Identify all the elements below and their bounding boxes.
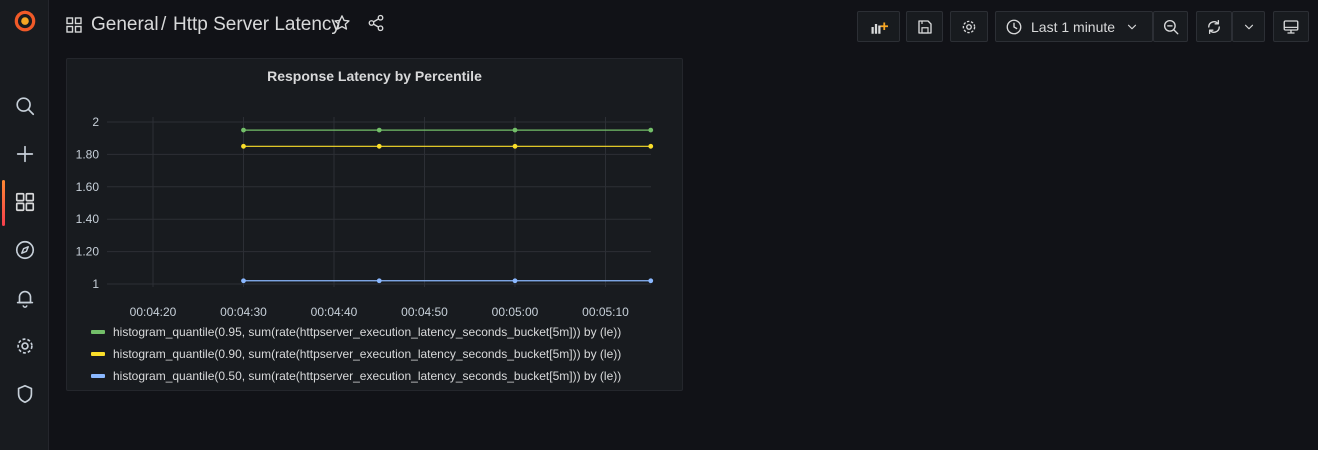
data-point xyxy=(241,127,246,133)
breadcrumb-folder[interactable]: General xyxy=(91,14,159,36)
legend-item[interactable]: histogram_quantile(0.50, sum(rate(httpse… xyxy=(91,365,621,387)
grafana-logo-icon[interactable] xyxy=(0,0,49,40)
add-panel-button[interactable] xyxy=(857,11,900,42)
refresh-button[interactable] xyxy=(1196,11,1232,42)
dashboards-icon[interactable] xyxy=(0,182,49,222)
explore-compass-icon[interactable] xyxy=(0,230,49,270)
graph-panel[interactable]: Response Latency by Percentile 1 1.20 1.40… xyxy=(66,58,683,391)
dashboard-title[interactable]: Http Server Latency xyxy=(173,14,341,36)
y-tick-label: 1.80 xyxy=(76,147,100,161)
refresh-icon xyxy=(1208,19,1220,34)
line-chart: 1 1.20 1.40 1.60 1.80 2 00:04:20 00:04:30 00:04:… xyxy=(76,115,654,319)
x-tick-label: 00:05:00 xyxy=(492,305,539,319)
zoom-out-icon xyxy=(1163,19,1178,34)
x-tick-label: 00:04:50 xyxy=(401,305,448,319)
legend-label: histogram_quantile(0.90, sum(rate(httpse… xyxy=(113,347,622,361)
data-point xyxy=(241,143,246,149)
dashboard-grid-icon xyxy=(66,17,82,33)
y-tick-label: 2 xyxy=(92,115,99,129)
y-tick-label: 1.40 xyxy=(76,212,100,226)
data-point xyxy=(241,278,246,284)
save-dashboard-button[interactable] xyxy=(906,11,943,42)
top-navbar: General / Http Server Latency Last 1 min… xyxy=(49,0,1318,52)
star-icon[interactable] xyxy=(333,14,351,32)
x-tick-label: 00:04:40 xyxy=(311,305,358,319)
server-admin-shield-icon[interactable] xyxy=(0,374,49,414)
monitor-icon xyxy=(1283,19,1299,34)
data-point xyxy=(376,278,382,284)
create-plus-icon[interactable] xyxy=(0,134,49,174)
chart-legend: histogram_quantile(0.95, sum(rate(httpse… xyxy=(91,321,621,387)
legend-swatch xyxy=(91,352,105,356)
data-point xyxy=(512,278,518,284)
share-icon[interactable] xyxy=(367,14,385,32)
legend-label: histogram_quantile(0.50, sum(rate(httpse… xyxy=(113,369,622,383)
breadcrumb-separator: / xyxy=(161,14,167,35)
dashboard-settings-button[interactable] xyxy=(950,11,988,42)
clock-icon xyxy=(1006,19,1022,34)
legend-item[interactable]: histogram_quantile(0.95, sum(rate(httpse… xyxy=(91,321,621,343)
alerting-bell-icon[interactable] xyxy=(0,278,49,318)
legend-item[interactable]: histogram_quantile(0.90, sum(rate(httpse… xyxy=(91,343,621,365)
refresh-interval-dropdown[interactable] xyxy=(1232,11,1265,42)
data-point xyxy=(648,127,654,133)
sidebar xyxy=(0,0,49,450)
add-panel-icon xyxy=(871,22,888,34)
data-point xyxy=(512,143,518,149)
x-tick-label: 00:05:10 xyxy=(582,305,629,319)
y-tick-label: 1.20 xyxy=(76,245,100,259)
gear-icon xyxy=(962,20,976,33)
data-point xyxy=(648,278,654,284)
data-point xyxy=(376,127,382,133)
time-range-label: Last 1 minute xyxy=(1031,18,1116,35)
zoom-out-button[interactable] xyxy=(1153,11,1188,42)
x-tick-label: 00:04:30 xyxy=(220,305,267,319)
save-icon xyxy=(917,19,932,34)
legend-swatch xyxy=(91,374,105,378)
settings-gear-icon[interactable] xyxy=(0,326,49,366)
time-range-picker[interactable]: Last 1 minute xyxy=(995,11,1153,42)
x-tick-label: 00:04:20 xyxy=(130,305,177,319)
data-point xyxy=(512,127,518,133)
search-icon[interactable] xyxy=(0,86,49,126)
legend-swatch xyxy=(91,330,105,334)
data-point xyxy=(376,143,382,149)
chevron-down-icon xyxy=(1127,24,1137,29)
tv-mode-button[interactable] xyxy=(1273,11,1309,42)
legend-label: histogram_quantile(0.95, sum(rate(httpse… xyxy=(113,325,622,339)
data-point xyxy=(648,143,654,149)
chevron-down-icon xyxy=(1244,24,1253,29)
y-tick-label: 1.60 xyxy=(76,180,100,194)
y-tick-label: 1 xyxy=(92,277,99,291)
